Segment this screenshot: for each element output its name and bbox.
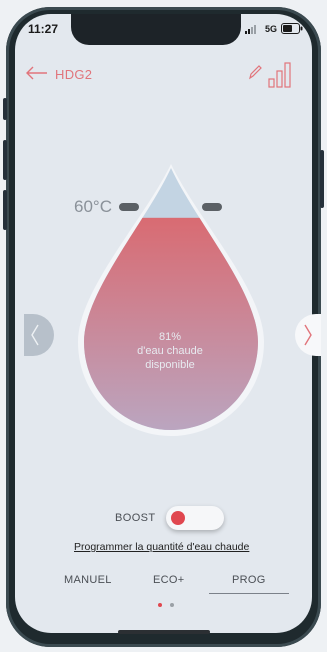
status-icons: 5G	[244, 23, 303, 34]
next-button[interactable]	[295, 314, 321, 356]
network-type: 5G	[264, 23, 277, 34]
mode-tabs: MANUEL ECO+ PROG	[50, 574, 300, 594]
hot-water-caption-2: disponible	[145, 359, 195, 371]
device-title: HDG2	[55, 67, 93, 82]
previous-button[interactable]	[24, 314, 54, 356]
edit-button[interactable]	[247, 63, 263, 86]
pencil-icon	[249, 65, 262, 80]
boost-toggle[interactable]	[166, 506, 224, 530]
temperature-marker-right	[202, 203, 222, 211]
hot-water-caption-1: d'eau chaude	[137, 345, 203, 357]
tab-manuel[interactable]: MANUEL	[64, 574, 112, 586]
home-indicator	[118, 630, 210, 634]
signal-strength-button[interactable]	[268, 60, 292, 93]
volume-button	[3, 98, 7, 120]
temperature-marker-left	[119, 203, 139, 211]
volume-down-button	[3, 190, 7, 230]
page-dot-2	[170, 603, 174, 607]
tab-prog[interactable]: PROG	[232, 574, 266, 586]
back-button[interactable]	[26, 65, 48, 83]
page-dot-1	[158, 603, 162, 607]
battery-icon	[281, 23, 303, 34]
volume-up-button	[3, 140, 7, 180]
hot-water-percent: 81%	[158, 331, 182, 343]
status-time: 11:27	[28, 22, 59, 36]
program-hot-water-link[interactable]: Programmer la quantité d'eau chaude	[74, 541, 249, 553]
back-arrow-icon	[26, 66, 47, 80]
notch	[71, 14, 241, 45]
hot-water-summary: 81% d'eau chaude disponible	[120, 330, 220, 372]
temperature-label: 60°C	[74, 197, 112, 216]
boost-toggle-knob	[171, 511, 185, 525]
tab-eco-plus[interactable]: ECO+	[153, 574, 184, 586]
signal-bars-icon	[268, 62, 291, 88]
signal-icon	[244, 24, 256, 34]
power-button	[320, 150, 324, 208]
active-tab-indicator	[209, 593, 289, 594]
chevron-left-icon	[31, 324, 39, 346]
chevron-right-icon	[304, 324, 312, 346]
boost-label: BOOST	[115, 512, 156, 524]
